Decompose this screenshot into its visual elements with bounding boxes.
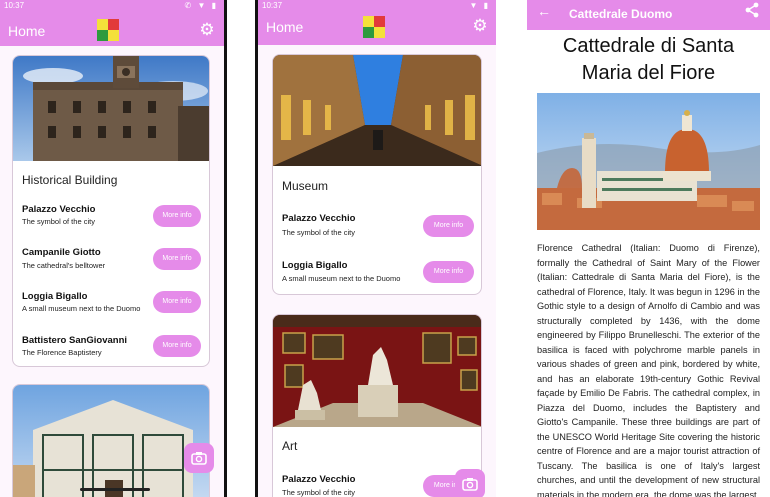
screen-gap bbox=[496, 0, 527, 497]
item-title: Battistero SanGiovanni bbox=[22, 335, 128, 346]
more-info-button[interactable]: More info bbox=[153, 335, 201, 357]
item-subtitle: The cathedral's belltower bbox=[22, 261, 106, 270]
item-title: Palazzo Vecchio bbox=[22, 204, 96, 215]
item-subtitle: The symbol of the city bbox=[282, 228, 355, 237]
more-info-button[interactable]: More info bbox=[153, 248, 201, 270]
item-title: Palazzo Vecchio bbox=[282, 474, 356, 485]
status-icons: ▼ ▮ bbox=[469, 1, 490, 10]
top-app-bar: 10:37 ▼ ▮ Home ⚙ bbox=[258, 0, 496, 45]
back-arrow-icon[interactable]: ← bbox=[537, 3, 551, 19]
category-card-museum: Museum Palazzo Vecchio The symbol of the… bbox=[272, 54, 482, 295]
top-app-bar: ← Cattedrale Duomo bbox=[527, 0, 770, 30]
art-gallery-image bbox=[273, 315, 481, 427]
item-title: Loggia Bigallo bbox=[282, 260, 348, 271]
item-subtitle: A small museum next to the Duomo bbox=[282, 274, 401, 283]
status-time: 10:37 bbox=[4, 1, 25, 10]
app-logo-icon bbox=[97, 19, 119, 41]
home-screen-1: 10:37 ✆ ▼ ▮ Home ⚙ Historical Building P… bbox=[0, 0, 224, 497]
category-title: Historical Building bbox=[22, 173, 118, 187]
category-card-art: Art Palazzo Vecchio The symbol of the ci… bbox=[272, 314, 482, 497]
category-card-next bbox=[12, 384, 210, 497]
item-subtitle: The symbol of the city bbox=[282, 488, 355, 497]
status-time: 10:37 bbox=[262, 1, 283, 10]
gesture-nav-bar[interactable] bbox=[80, 488, 150, 491]
category-title: Museum bbox=[282, 179, 329, 193]
more-info-button[interactable]: More info bbox=[423, 261, 474, 283]
page-title: Home bbox=[266, 19, 304, 35]
settings-gear-icon[interactable]: ⚙ bbox=[471, 17, 489, 35]
screen-divider bbox=[224, 0, 227, 497]
more-info-button[interactable]: More info bbox=[153, 291, 201, 313]
item-title: Campanile Giotto bbox=[22, 247, 101, 258]
category-card-historical-building: Historical Building Palazzo Vecchio The … bbox=[12, 55, 210, 367]
item-title: Palazzo Vecchio bbox=[282, 213, 356, 224]
settings-gear-icon[interactable]: ⚙ bbox=[198, 21, 216, 39]
baptistery-image bbox=[13, 385, 209, 497]
item-subtitle: A small museum next to the Duomo bbox=[22, 304, 141, 313]
status-icons: ✆ ▼ ▮ bbox=[184, 1, 218, 10]
item-subtitle: The symbol of the city bbox=[22, 217, 95, 226]
detail-screen: ← Cattedrale Duomo Cattedrale di Santa M… bbox=[527, 0, 770, 497]
page-title: Cattedrale di Santa Maria del Fiore bbox=[562, 35, 735, 84]
share-icon[interactable] bbox=[744, 2, 760, 18]
camera-icon bbox=[191, 452, 207, 465]
page-title: Home bbox=[8, 23, 46, 39]
appbar-title: Cattedrale Duomo bbox=[569, 7, 673, 21]
description-text: Florence Cathedral (Italian: Duomo di Fi… bbox=[537, 243, 760, 497]
camera-fab[interactable] bbox=[455, 469, 485, 497]
app-logo-icon bbox=[363, 16, 385, 38]
more-info-button[interactable]: More info bbox=[153, 205, 201, 227]
top-app-bar: 10:37 ✆ ▼ ▮ Home ⚙ bbox=[0, 0, 224, 46]
camera-icon bbox=[462, 478, 478, 491]
duomo-image bbox=[537, 93, 760, 230]
item-title: Loggia Bigallo bbox=[22, 291, 88, 302]
uffizi-gallery-image bbox=[273, 55, 481, 166]
home-screen-2: 10:37 ▼ ▮ Home ⚙ Museum Palazzo Vecchio … bbox=[258, 0, 496, 497]
category-title: Art bbox=[282, 439, 298, 453]
camera-fab[interactable] bbox=[184, 443, 214, 473]
palazzo-vecchio-image bbox=[13, 56, 209, 161]
more-info-button[interactable]: More info bbox=[423, 215, 474, 237]
item-subtitle: The Florence Baptistery bbox=[22, 348, 102, 357]
